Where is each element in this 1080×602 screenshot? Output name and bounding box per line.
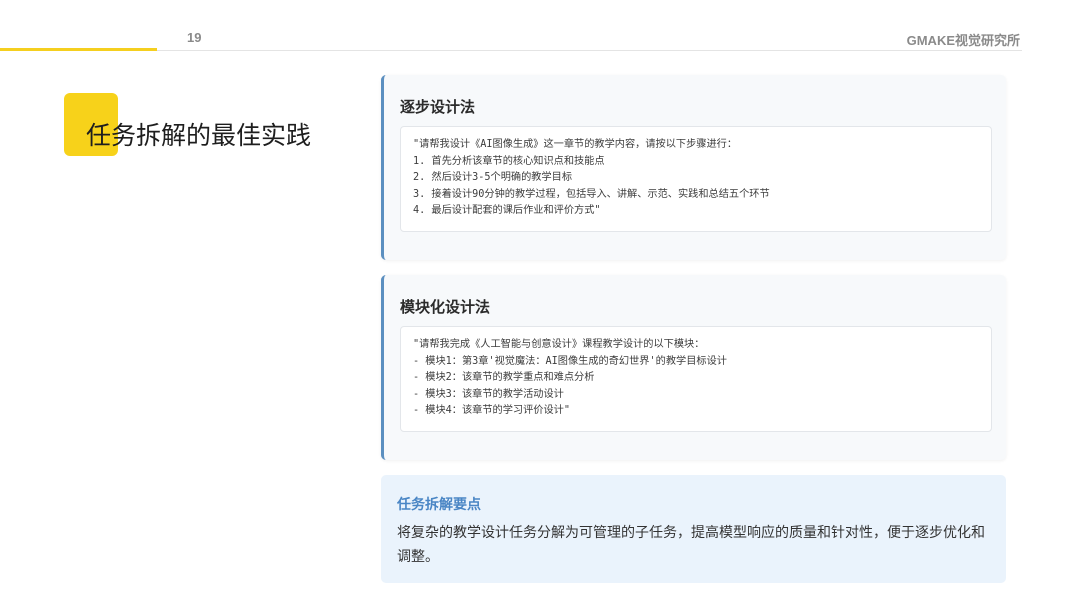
prompt-line: "请帮我完成《人工智能与创意设计》课程教学设计的以下模块： [413, 339, 705, 350]
prompt-line: - 模块3：该章节的教学活动设计 [413, 388, 564, 400]
header-accent-bar [0, 48, 157, 51]
card-modular-design: 模块化设计法 "请帮我完成《人工智能与创意设计》课程教学设计的以下模块： - 模… [381, 275, 1006, 460]
prompt-example-box: "请帮我设计《AI图像生成》这一章节的教学内容，请按以下步骤进行： 1. 首先分… [400, 126, 992, 232]
prompt-line: "请帮我设计《AI图像生成》这一章节的教学内容，请按以下步骤进行： [413, 139, 738, 150]
prompt-line: 3. 接着设计90分钟的教学过程，包括导入、讲解、示范、实践和总结五个环节 [413, 188, 770, 200]
prompt-example-box: "请帮我完成《人工智能与创意设计》课程教学设计的以下模块： - 模块1：第3章'… [400, 326, 992, 432]
prompt-line: - 模块2：该章节的教学重点和难点分析 [413, 372, 595, 384]
prompt-line: - 模块1：第3章'视觉魔法：AI图像生成的奇幻世界'的教学目标设计 [413, 355, 727, 367]
card-title: 模块化设计法 [400, 298, 491, 316]
page-number: 19 [187, 30, 202, 45]
card-title: 逐步设计法 [400, 98, 476, 116]
prompt-line: 1. 首先分析该章节的核心知识点和技能点 [413, 155, 605, 167]
tip-title: 任务拆解要点 [397, 497, 481, 513]
card-stepwise-design: 逐步设计法 "请帮我设计《AI图像生成》这一章节的教学内容，请按以下步骤进行： … [381, 75, 1006, 260]
tip-text: 将复杂的教学设计任务分解为可管理的子任务，提高模型响应的质量和针对性，便于逐步优… [397, 525, 985, 565]
tip-card: 任务拆解要点 将复杂的教学设计任务分解为可管理的子任务，提高模型响应的质量和针对… [381, 475, 1006, 583]
prompt-line: 4. 最后设计配套的课后作业和评价方式" [413, 205, 601, 217]
prompt-line: - 模块4：该章节的学习评价设计" [413, 405, 570, 417]
page-title: 任务拆解的最佳实践 [86, 121, 312, 150]
brand-label: GMAKE视觉研究所 [906, 33, 1020, 48]
prompt-line: 2. 然后设计3-5个明确的教学目标 [413, 172, 573, 184]
